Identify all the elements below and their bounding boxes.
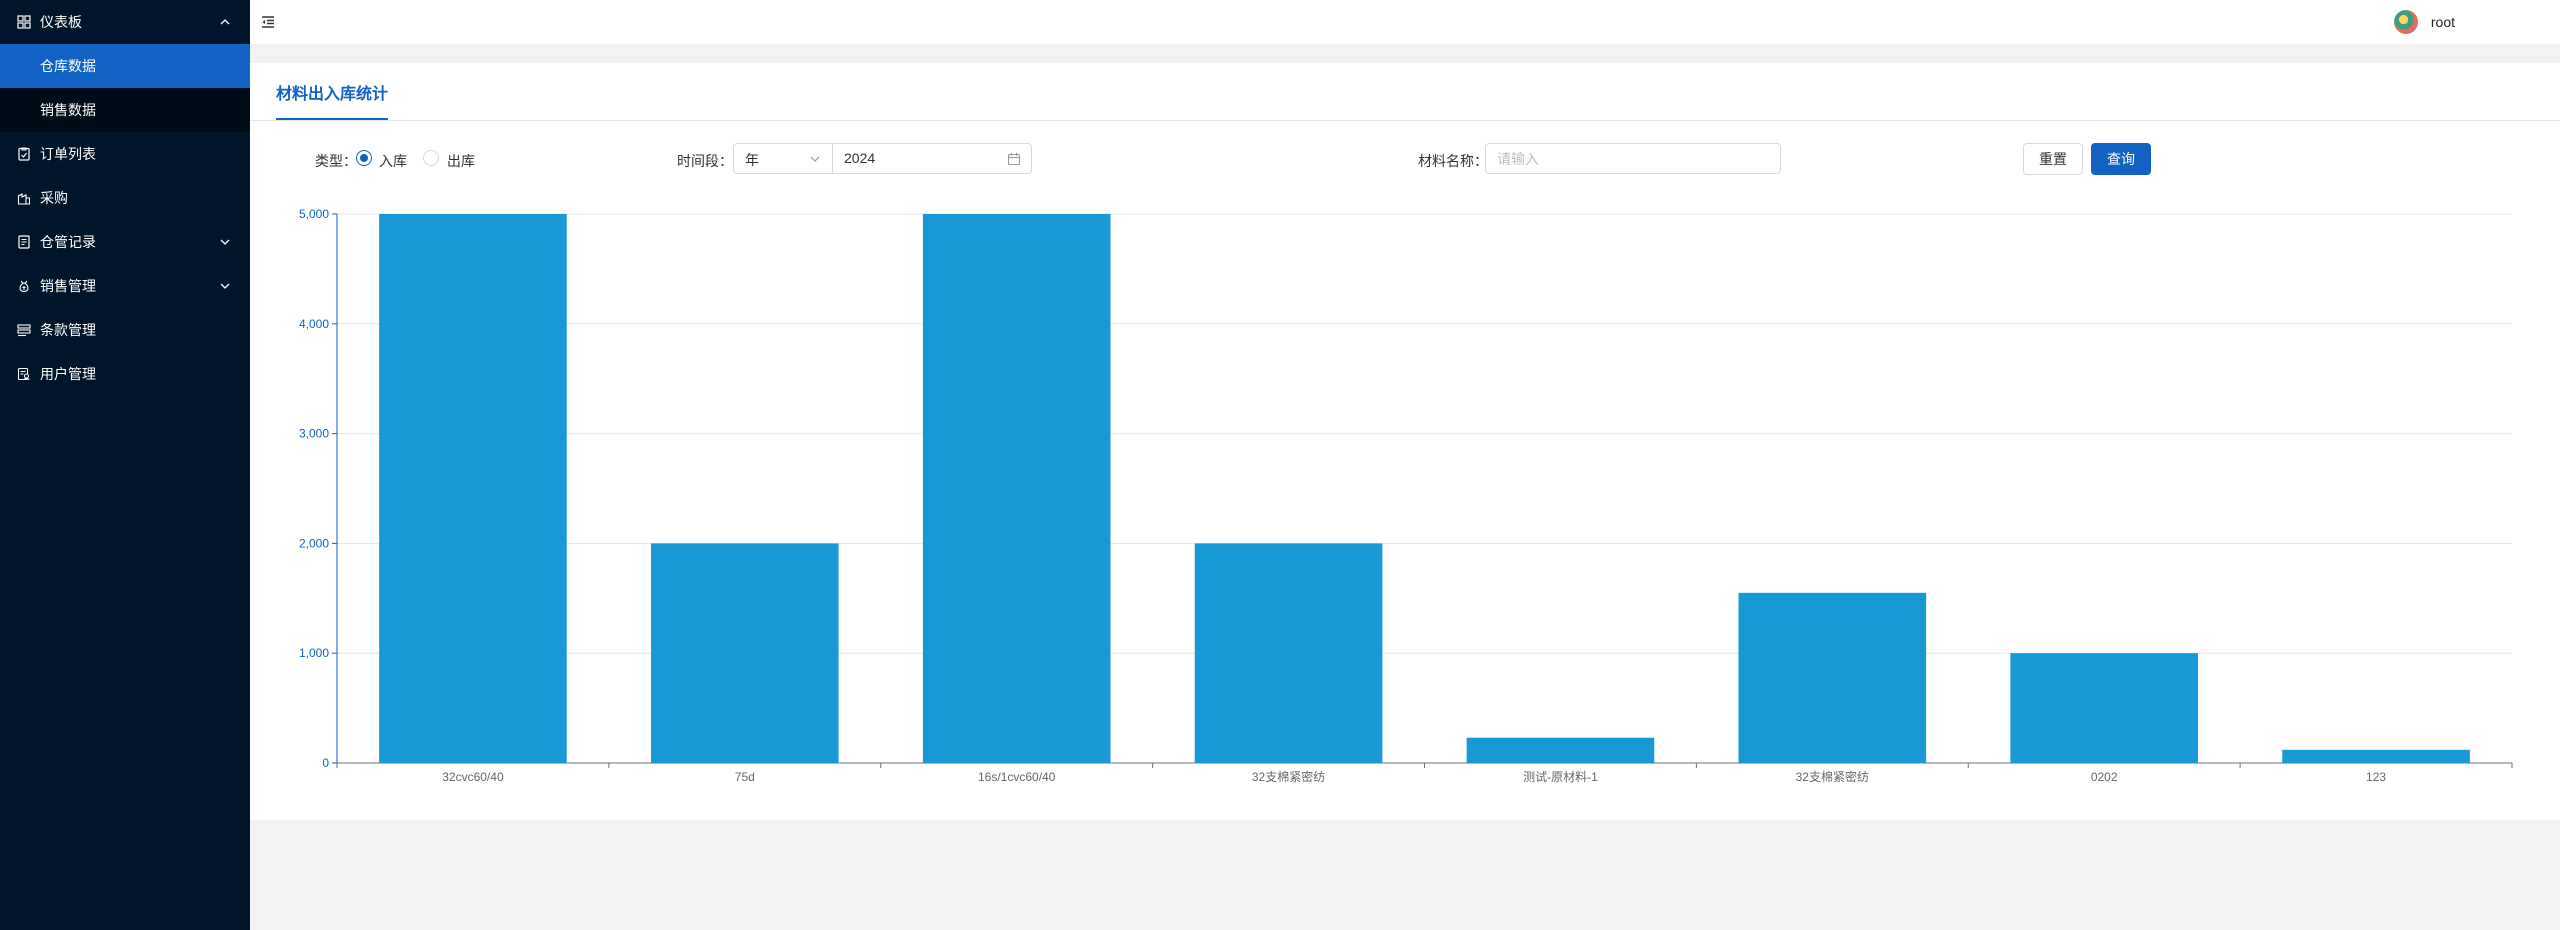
menu-fold-icon[interactable] xyxy=(260,14,276,30)
submenu-sales-data[interactable]: 销售数据 xyxy=(0,88,250,132)
dashboard-icon xyxy=(16,14,32,30)
bar xyxy=(922,214,1111,763)
x-tick-label: 32cvc60/40 xyxy=(442,770,504,784)
x-tick-label: 32支棉紧密纺 xyxy=(1796,769,1869,784)
submenu-warehouse-data[interactable]: 仓库数据 xyxy=(0,44,250,88)
menu-purchase-label: 采购 xyxy=(40,190,68,206)
bar-chart: 0 1,000 2,000 3,000 4,000 5,000 32cvc60/40 75d 1… xyxy=(299,207,2513,784)
y-tick-label: 4,000 xyxy=(299,317,329,331)
chevron-down-icon xyxy=(220,239,230,245)
menu-sales-management-label: 销售管理 xyxy=(40,278,96,294)
x-tick-label: 0202 xyxy=(2091,770,2118,784)
x-tick-label: 75d xyxy=(735,770,755,784)
terms-icon xyxy=(16,322,32,338)
bar xyxy=(651,543,839,763)
menu-terms-label: 条款管理 xyxy=(40,322,96,338)
menu-user-management-label: 用户管理 xyxy=(40,366,96,382)
x-tick-label: 测试-原材料-1 xyxy=(1523,769,1598,784)
menu-user-management[interactable]: 用户管理 xyxy=(0,352,250,396)
menu-warehouse-record-label: 仓管记录 xyxy=(40,234,96,250)
sales-management-icon xyxy=(16,278,32,294)
x-tick-label: 16s/1cvc60/40 xyxy=(978,770,1056,784)
y-tick-label: 3,000 xyxy=(299,427,329,441)
bar xyxy=(1194,543,1383,763)
bar xyxy=(2010,653,2198,763)
bar xyxy=(379,214,567,763)
top-header: root xyxy=(250,0,2560,44)
x-tick-label: 32支棉紧密纺 xyxy=(1252,769,1325,784)
stats-card: 材料出入库统计 类型： 入库 出库 时间段： 年 2024 材料名称： 重置 查… xyxy=(250,63,2560,820)
avatar xyxy=(2393,10,2418,34)
bar xyxy=(2282,749,2470,763)
username: root xyxy=(2430,14,2455,30)
bar xyxy=(1466,737,1655,763)
menu-order-list-label: 订单列表 xyxy=(40,146,96,162)
menu-warehouse-record[interactable]: 仓管记录 xyxy=(0,220,250,264)
x-tick-label: 123 xyxy=(2366,770,2386,784)
menu-sales-management[interactable]: 销售管理 xyxy=(0,264,250,308)
sidebar: 仪表板 仓库数据 销售数据 订单列表 采购 仓管记录 销售管理 条款管理 用户管… xyxy=(0,0,250,930)
menu-purchase[interactable]: 采购 xyxy=(0,176,250,220)
chevron-down-icon xyxy=(220,283,230,289)
y-tick-label: 1,000 xyxy=(299,646,329,660)
chevron-up-icon xyxy=(220,19,230,25)
user-management-icon xyxy=(16,366,32,382)
menu-terms[interactable]: 条款管理 xyxy=(0,308,250,352)
y-tick-label: 2,000 xyxy=(299,536,329,550)
user-menu[interactable]: root xyxy=(2393,10,2455,34)
y-tick-label: 0 xyxy=(322,756,329,770)
menu-dashboard[interactable]: 仪表板 xyxy=(0,0,250,44)
menu-order-list[interactable]: 订单列表 xyxy=(0,132,250,176)
dashboard-submenu: 仓库数据 销售数据 xyxy=(0,44,250,132)
warehouse-record-icon xyxy=(16,234,32,250)
y-tick-label: 5,000 xyxy=(299,207,329,221)
purchase-icon xyxy=(16,190,32,206)
menu-dashboard-label: 仪表板 xyxy=(40,14,82,30)
bar xyxy=(1738,592,1927,763)
order-list-icon xyxy=(16,146,32,162)
